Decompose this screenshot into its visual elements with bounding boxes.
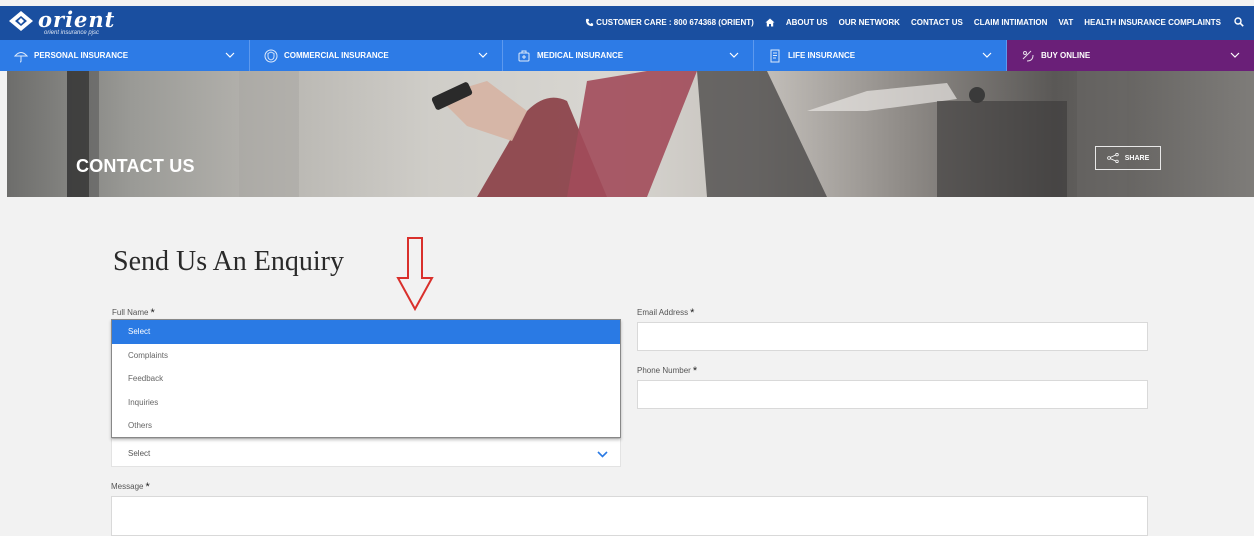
message-label-text: Message	[111, 482, 144, 491]
shield-icon	[264, 49, 278, 62]
hero-background-image	[67, 71, 1127, 197]
option-feedback[interactable]: Feedback	[112, 367, 620, 391]
message-textarea[interactable]	[111, 496, 1148, 536]
nav-medical-insurance[interactable]: MEDICAL INSURANCE	[503, 40, 754, 71]
share-icon	[1106, 153, 1119, 163]
chevron-down-icon	[1230, 52, 1240, 58]
chevron-down-icon	[982, 52, 992, 58]
nav-buy-online[interactable]: BUY ONLINE	[1007, 40, 1254, 71]
nav-buy-online-label: BUY ONLINE	[1041, 51, 1091, 60]
share-label: SHARE	[1124, 154, 1150, 162]
document-icon	[770, 49, 780, 62]
medical-icon	[518, 50, 530, 61]
search-icon	[1234, 17, 1244, 27]
nav-commercial-insurance-label: COMMERCIAL INSURANCE	[284, 51, 389, 60]
customer-care-link[interactable]: CUSTOMER CARE : 800 674368 (ORIENT)	[585, 18, 754, 27]
nav-personal-insurance[interactable]: PERSONAL INSURANCE	[0, 40, 250, 71]
required-mark: *	[690, 307, 695, 319]
nav-personal-insurance-label: PERSONAL INSURANCE	[34, 51, 129, 60]
red-arrow-down-icon	[396, 237, 434, 312]
option-others[interactable]: Others	[112, 414, 620, 438]
enquiry-type-selected-value: Select	[128, 449, 151, 458]
option-select[interactable]: Select	[112, 320, 620, 344]
email-field[interactable]	[637, 322, 1148, 351]
chevron-down-icon	[478, 52, 488, 58]
hero-banner: CONTACT US SHARE	[7, 71, 1254, 197]
full-name-label: Full Name *	[112, 306, 155, 319]
chevron-down-icon	[225, 52, 235, 58]
nav-commercial-insurance[interactable]: COMMERCIAL INSURANCE	[250, 40, 503, 71]
umbrella-icon	[14, 51, 28, 62]
option-complaints[interactable]: Complaints	[112, 344, 620, 368]
chevron-down-icon	[597, 451, 608, 458]
enquiry-type-dropdown: Select Complaints Feedback Inquiries Oth…	[111, 319, 621, 438]
enquiry-type-select[interactable]: Select	[111, 438, 621, 467]
required-mark: *	[150, 307, 155, 319]
contact-us-link[interactable]: CONTACT US	[911, 18, 963, 27]
page-title: CONTACT US	[76, 156, 195, 176]
top-links: CUSTOMER CARE : 800 674368 (ORIENT) ABOU…	[585, 17, 1244, 27]
phone-field[interactable]	[637, 380, 1148, 409]
brand-name: orient	[38, 7, 116, 32]
about-us-link[interactable]: ABOUT US	[786, 18, 828, 27]
required-mark: *	[145, 481, 150, 493]
home-icon	[765, 18, 775, 26]
nav-life-insurance[interactable]: LIFE INSURANCE	[754, 40, 1007, 71]
nav-medical-insurance-label: MEDICAL INSURANCE	[537, 51, 624, 60]
health-insurance-complaints-link[interactable]: HEALTH INSURANCE COMPLAINTS	[1084, 18, 1221, 27]
home-link[interactable]	[765, 18, 775, 27]
share-button[interactable]: SHARE	[1095, 146, 1161, 170]
full-name-label-text: Full Name	[112, 308, 149, 317]
email-label: Email Address *	[637, 306, 695, 319]
phone-icon	[586, 18, 594, 26]
phone-label: Phone Number *	[637, 364, 698, 377]
cart-icon	[1022, 50, 1034, 61]
main-nav: PERSONAL INSURANCE COMMERCIAL INSURANCE …	[0, 40, 1254, 71]
phone-label-text: Phone Number	[637, 366, 691, 375]
form-title: Send Us An Enquiry	[113, 246, 344, 277]
option-inquiries[interactable]: Inquiries	[112, 391, 620, 415]
vat-link[interactable]: VAT	[1058, 18, 1073, 27]
customer-care-text: CUSTOMER CARE : 800 674368 (ORIENT)	[596, 17, 754, 27]
orient-logo-mark-icon	[9, 11, 33, 31]
email-label-text: Email Address	[637, 308, 689, 317]
message-label: Message *	[111, 480, 150, 493]
orient-logo[interactable]: orient orient insurance pjsc	[8, 7, 116, 37]
search-button[interactable]	[1234, 17, 1244, 27]
top-bar: orient orient insurance pjsc CUSTOMER CA…	[0, 6, 1254, 40]
chevron-down-icon	[729, 52, 739, 58]
our-network-link[interactable]: OUR NETWORK	[839, 18, 900, 27]
nav-life-insurance-label: LIFE INSURANCE	[788, 51, 856, 60]
required-mark: *	[692, 365, 698, 377]
claim-intimation-link[interactable]: CLAIM INTIMATION	[974, 18, 1048, 27]
